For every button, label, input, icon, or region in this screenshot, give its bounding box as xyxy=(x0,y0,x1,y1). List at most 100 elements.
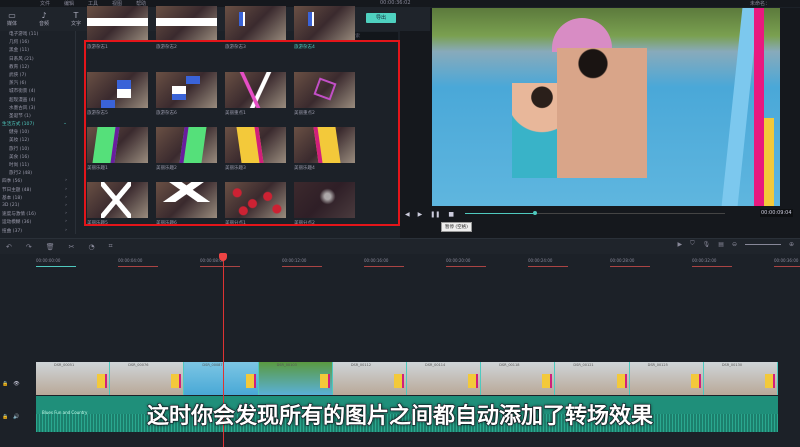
transition-marker[interactable] xyxy=(690,374,701,388)
search-input[interactable]: 搜索 xyxy=(348,32,398,40)
sidebar-category[interactable]: 武侠 (7) xyxy=(0,72,75,80)
mic-icon[interactable]: 🎙 xyxy=(703,241,711,248)
sidebar-category[interactable]: 运动模糊 (36) › xyxy=(0,219,75,227)
playhead-handle[interactable] xyxy=(219,253,227,261)
prev-frame-icon[interactable]: ◀ xyxy=(405,211,410,218)
sidebar-category[interactable]: 水墨古风 (3) xyxy=(0,105,75,113)
clip-name: DSR_00125 xyxy=(647,363,668,367)
sidebar-category[interactable]: 超现漫画 (4) xyxy=(0,97,75,105)
sidebar-category[interactable]: 3D (21) › xyxy=(0,203,75,211)
sidebar-category[interactable]: 美食 (16) xyxy=(0,154,75,162)
sidebar-category[interactable]: 基本 (18) › xyxy=(0,195,75,203)
sidebar-category[interactable]: 四季 (56) › xyxy=(0,178,75,186)
crop-icon[interactable]: ⌗ xyxy=(109,242,113,251)
render-icon[interactable]: ▶ xyxy=(678,241,683,248)
transition-thumbnail[interactable] xyxy=(294,6,355,42)
stop-icon[interactable]: ■ xyxy=(448,211,454,218)
transition-marker[interactable] xyxy=(765,374,776,388)
sidebar-category[interactable]: 城市街景 (4) xyxy=(0,88,75,96)
category-label: 美食 (16) xyxy=(9,154,30,160)
sidebar-category[interactable]: 日系风 (21) xyxy=(0,56,75,64)
sidebar-category[interactable]: 美妆 (12) xyxy=(0,137,75,145)
sidebar-category[interactable]: 节日主题 (48) › xyxy=(0,187,75,195)
chevron-icon: ⌄ xyxy=(63,121,67,127)
video-clip[interactable]: DSR_00125 xyxy=(629,362,704,395)
menu-item[interactable]: 文件 xyxy=(40,0,50,7)
sidebar-category[interactable]: 健身 (10) xyxy=(0,129,75,137)
zoom-out-icon[interactable]: ⊖ xyxy=(732,241,737,248)
video-clip[interactable]: DSR_00112 xyxy=(332,362,408,395)
ruler-segment xyxy=(528,266,568,267)
chevron-icon: › xyxy=(65,227,67,233)
folder-icon: ▭ xyxy=(8,11,16,20)
redo-icon[interactable]: ↷ xyxy=(26,243,32,251)
clip-name: DSR_00118 xyxy=(499,363,520,367)
chevron-icon: › xyxy=(65,211,67,217)
sidebar-category[interactable]: 黑金 (11) xyxy=(0,47,75,55)
cut-icon[interactable]: ✂ xyxy=(69,243,75,251)
lock-icon[interactable]: 🔒 xyxy=(2,381,8,387)
clip-name: DSR_00112 xyxy=(350,363,372,367)
category-sidebar: 电子游戏 (11) 几何 (16) 黑金 (11) 日系风 (21) 教育 (12) 武侠… xyxy=(0,31,76,234)
video-clip[interactable]: DSR_00087 xyxy=(184,362,259,395)
tab-2[interactable]: T 文字 xyxy=(64,7,88,31)
transition-thumbnail[interactable] xyxy=(87,6,148,42)
timeline-ruler[interactable]: 00:00:00:00 00:00:04:00 00:00:08:00 00:00:1… xyxy=(36,256,800,270)
transition-marker[interactable] xyxy=(616,374,627,388)
category-label: 圣诞节 (1) xyxy=(9,113,31,119)
transition-marker[interactable] xyxy=(542,374,553,388)
video-clip[interactable]: DSR_00121 xyxy=(555,362,630,395)
ruler-segment xyxy=(118,266,158,267)
transition-marker[interactable] xyxy=(97,374,108,388)
video-clip[interactable]: DSR_00076 xyxy=(110,362,185,395)
sidebar-category[interactable]: 教育 (12) xyxy=(0,64,75,72)
sidebar-category[interactable]: 旅行2 (48) xyxy=(0,170,75,178)
sidebar-category[interactable]: 时尚 (11) xyxy=(0,162,75,170)
play-icon[interactable]: ▶ xyxy=(418,211,423,218)
zoom-slider[interactable] xyxy=(744,243,781,245)
mixer-icon[interactable]: ▤ xyxy=(718,241,724,248)
eye-icon[interactable]: 👁 xyxy=(13,381,19,387)
transition-marker[interactable] xyxy=(171,374,182,388)
sidebar-category[interactable]: 电子游戏 (11) xyxy=(0,31,75,39)
video-clip[interactable]: DSR_00118 xyxy=(481,362,556,395)
pause-icon[interactable]: ❚❚ xyxy=(430,211,440,218)
marker-icon[interactable]: ⛉ xyxy=(690,240,695,248)
tab-1[interactable]: ♪ 音频 xyxy=(32,7,56,31)
video-clip[interactable]: DSR_00051 xyxy=(36,362,111,395)
transition-thumbnail[interactable] xyxy=(225,6,286,42)
category-label: 扭曲 (37) xyxy=(2,228,23,234)
window-title: 00:00:36:02 xyxy=(380,0,411,6)
water-slide xyxy=(552,18,612,52)
sidebar-category[interactable]: 扭曲 (37) › xyxy=(0,228,75,236)
ruler-segment xyxy=(364,266,404,267)
category-label: 蒸汽 (6) xyxy=(9,81,27,87)
category-label: 健身 (10) xyxy=(9,130,30,136)
category-label: 水墨古风 (3) xyxy=(9,105,36,111)
zoom-in-icon[interactable]: ⊕ xyxy=(789,241,794,248)
sidebar-category[interactable]: 速度与激情 (16) › xyxy=(0,211,75,219)
sidebar-category[interactable]: 生活方式 (107) ⌄ xyxy=(0,121,75,129)
tab-0[interactable]: ▭ 媒体 xyxy=(0,7,24,31)
video-clip[interactable]: DSR_00103 xyxy=(258,362,333,395)
transition-marker[interactable] xyxy=(394,374,405,388)
sidebar-category[interactable]: 蒸汽 (6) xyxy=(0,80,75,88)
transition-marker[interactable] xyxy=(319,374,330,388)
delete-icon[interactable]: 🗑 xyxy=(46,243,55,251)
transition-thumbnail[interactable] xyxy=(156,6,217,42)
sidebar-category[interactable]: 几何 (16) xyxy=(0,39,75,47)
transition-marker[interactable] xyxy=(245,374,256,388)
video-clip[interactable]: DSR_00114 xyxy=(407,362,482,395)
project-name: 未命名： xyxy=(749,1,770,7)
playback-slider[interactable] xyxy=(465,211,725,215)
video-clip[interactable]: DSR_00130 xyxy=(703,362,778,395)
clip-name: DSR_00103 xyxy=(276,363,297,367)
undo-icon[interactable]: ↶ xyxy=(6,243,12,251)
category-label: 武侠 (7) xyxy=(9,72,27,78)
sidebar-category[interactable]: 旅行 (10) xyxy=(0,146,75,154)
sidebar-category[interactable]: 圣诞节 (1) xyxy=(0,113,75,121)
export-button[interactable]: 导出 xyxy=(366,13,396,23)
menu-item[interactable]: 编辑 xyxy=(64,0,74,7)
speed-icon[interactable]: ◔ xyxy=(89,243,95,251)
transition-marker[interactable] xyxy=(468,374,479,388)
